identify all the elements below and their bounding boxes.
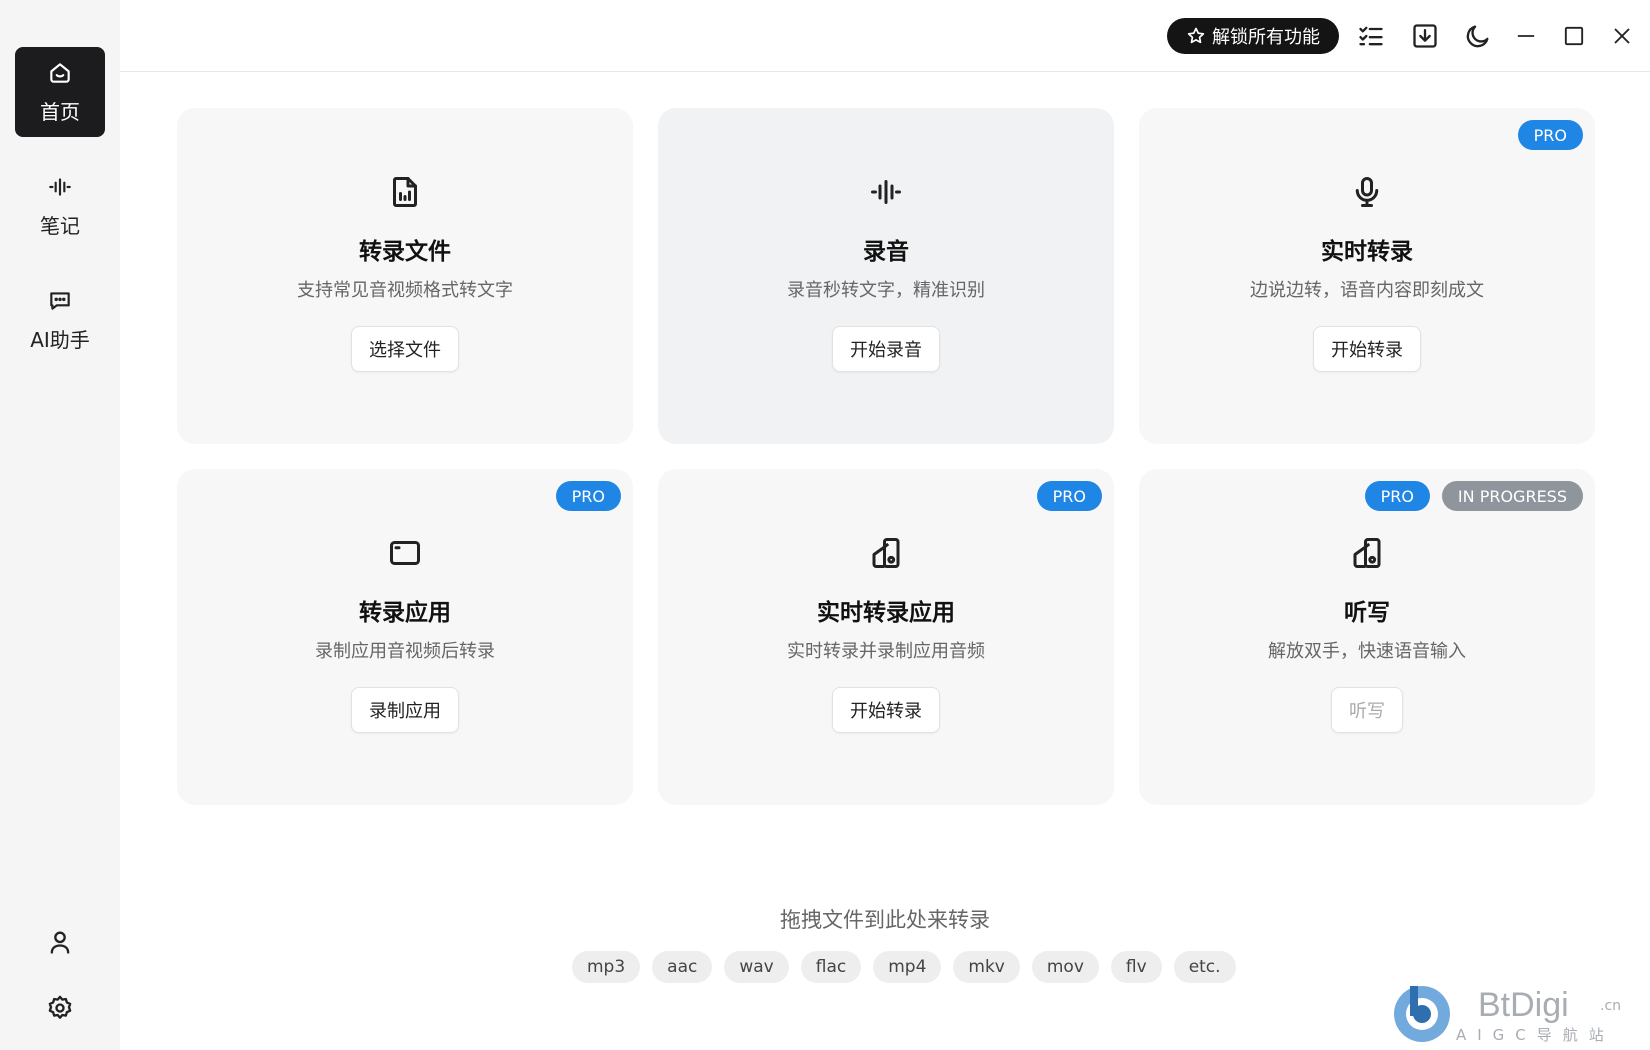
card-live-transcribe: PRO 实时转录 边说边转，语音内容即刻成文 开始转录 bbox=[1139, 108, 1595, 444]
dictation-button[interactable]: 听写 bbox=[1331, 687, 1403, 733]
audio-file-icon bbox=[387, 174, 423, 210]
star-icon bbox=[1187, 27, 1205, 44]
card-title: 实时转录 bbox=[1321, 239, 1413, 265]
card-description: 解放双手，快速语音输入 bbox=[1268, 641, 1466, 662]
pro-badge: PRO bbox=[1364, 481, 1430, 511]
card-transcribe-file: 转录文件 支持常见音视频格式转文字 选择文件 bbox=[177, 108, 633, 444]
minimize-icon[interactable] bbox=[1510, 20, 1542, 52]
maximize-icon[interactable] bbox=[1558, 20, 1590, 52]
card-description: 实时转录并录制应用音频 bbox=[787, 641, 985, 662]
start-transcribe-button[interactable]: 开始转录 bbox=[1313, 326, 1421, 372]
sidebar-item-label: 首页 bbox=[40, 99, 80, 124]
format-chip: aac bbox=[652, 951, 713, 983]
sidebar-item-label: 笔记 bbox=[40, 213, 80, 238]
card-title: 录音 bbox=[863, 239, 909, 265]
format-chip: mp4 bbox=[873, 951, 942, 983]
sidebar-item-label: AI助手 bbox=[30, 327, 90, 352]
watermark: BtDigi .cn AIGC导航站 bbox=[1390, 980, 1640, 1045]
sidebar: 首页 笔记 AI助手 bbox=[0, 0, 120, 1050]
card-title: 听写 bbox=[1344, 600, 1390, 626]
shapes-icon bbox=[1349, 535, 1385, 571]
pro-badge: PRO bbox=[555, 481, 621, 511]
card-title: 实时转录应用 bbox=[817, 600, 955, 626]
badge-group: PRO bbox=[555, 481, 621, 511]
card-title: 转录文件 bbox=[359, 239, 451, 265]
unlock-all-features-button[interactable]: 解锁所有功能 bbox=[1167, 18, 1339, 54]
card-description: 录音秒转文字，精准识别 bbox=[787, 280, 985, 301]
badge-group: PRO bbox=[1036, 481, 1102, 511]
sidebar-item-notes[interactable]: 笔记 bbox=[15, 161, 105, 251]
card-title: 转录应用 bbox=[359, 600, 451, 626]
record-app-button[interactable]: 录制应用 bbox=[351, 687, 459, 733]
format-chip: flac bbox=[800, 951, 862, 983]
format-chip: etc. bbox=[1173, 951, 1236, 983]
chat-bubble-icon bbox=[50, 291, 70, 310]
select-file-button[interactable]: 选择文件 bbox=[351, 326, 459, 372]
close-icon[interactable] bbox=[1606, 20, 1638, 52]
card-live-transcribe-app: PRO 实时转录应用 实时转录并录制应用音频 开始转录 bbox=[658, 469, 1114, 805]
format-chip: wav bbox=[724, 951, 789, 983]
watermark-brand: BtDigi bbox=[1478, 986, 1569, 1024]
sidebar-item-ai-assistant[interactable]: AI助手 bbox=[15, 275, 105, 365]
in-progress-badge: IN PROGRESS bbox=[1441, 481, 1583, 511]
unlock-label: 解锁所有功能 bbox=[1212, 27, 1320, 48]
gear-icon[interactable] bbox=[45, 993, 75, 1023]
moon-icon[interactable] bbox=[1462, 20, 1494, 52]
format-chip: mov bbox=[1031, 951, 1099, 983]
sidebar-item-home[interactable]: 首页 bbox=[15, 47, 105, 137]
waveform-icon bbox=[49, 177, 71, 196]
card-dictation: PRO IN PROGRESS 听写 解放双手，快速语音输入 听写 bbox=[1139, 469, 1595, 805]
pro-badge: PRO bbox=[1036, 481, 1102, 511]
watermark-subtitle: AIGC导航站 bbox=[1456, 1026, 1615, 1044]
app-window-icon bbox=[387, 535, 423, 571]
drop-zone-hint: 拖拽文件到此处来转录 bbox=[780, 908, 990, 932]
format-chip: flv bbox=[1110, 951, 1162, 983]
card-record: 录音 录音秒转文字，精准识别 开始录音 bbox=[658, 108, 1114, 444]
card-description: 边说边转，语音内容即刻成文 bbox=[1250, 280, 1484, 301]
waveform-icon bbox=[868, 174, 904, 210]
card-transcribe-app: PRO 转录应用 录制应用音视频后转录 录制应用 bbox=[177, 469, 633, 805]
pro-badge: PRO bbox=[1517, 120, 1583, 150]
card-description: 支持常见音视频格式转文字 bbox=[297, 280, 513, 301]
microphone-icon bbox=[1349, 174, 1385, 210]
start-transcribe-app-button[interactable]: 开始转录 bbox=[832, 687, 940, 733]
card-description: 录制应用音视频后转录 bbox=[315, 641, 495, 662]
format-chip: mkv bbox=[953, 951, 1020, 983]
shapes-icon bbox=[868, 535, 904, 571]
home-icon bbox=[50, 62, 70, 83]
task-list-icon[interactable] bbox=[1355, 20, 1387, 52]
badge-group: PRO bbox=[1517, 120, 1583, 150]
download-icon[interactable] bbox=[1409, 20, 1441, 52]
format-list: mp3 aac wav flac mp4 mkv mov flv etc. bbox=[572, 951, 1236, 983]
top-bar: 解锁所有功能 bbox=[120, 0, 1650, 72]
app-window: 首页 笔记 AI助手 解锁所有功能 转录文件 支持常见音视频格式转文字 选择文件… bbox=[0, 0, 1650, 1050]
start-recording-button[interactable]: 开始录音 bbox=[832, 326, 940, 372]
badge-group: PRO IN PROGRESS bbox=[1364, 481, 1583, 511]
watermark-suffix: .cn bbox=[1600, 998, 1622, 1014]
format-chip: mp3 bbox=[572, 951, 641, 983]
watermark-logo-icon bbox=[1394, 986, 1450, 1042]
